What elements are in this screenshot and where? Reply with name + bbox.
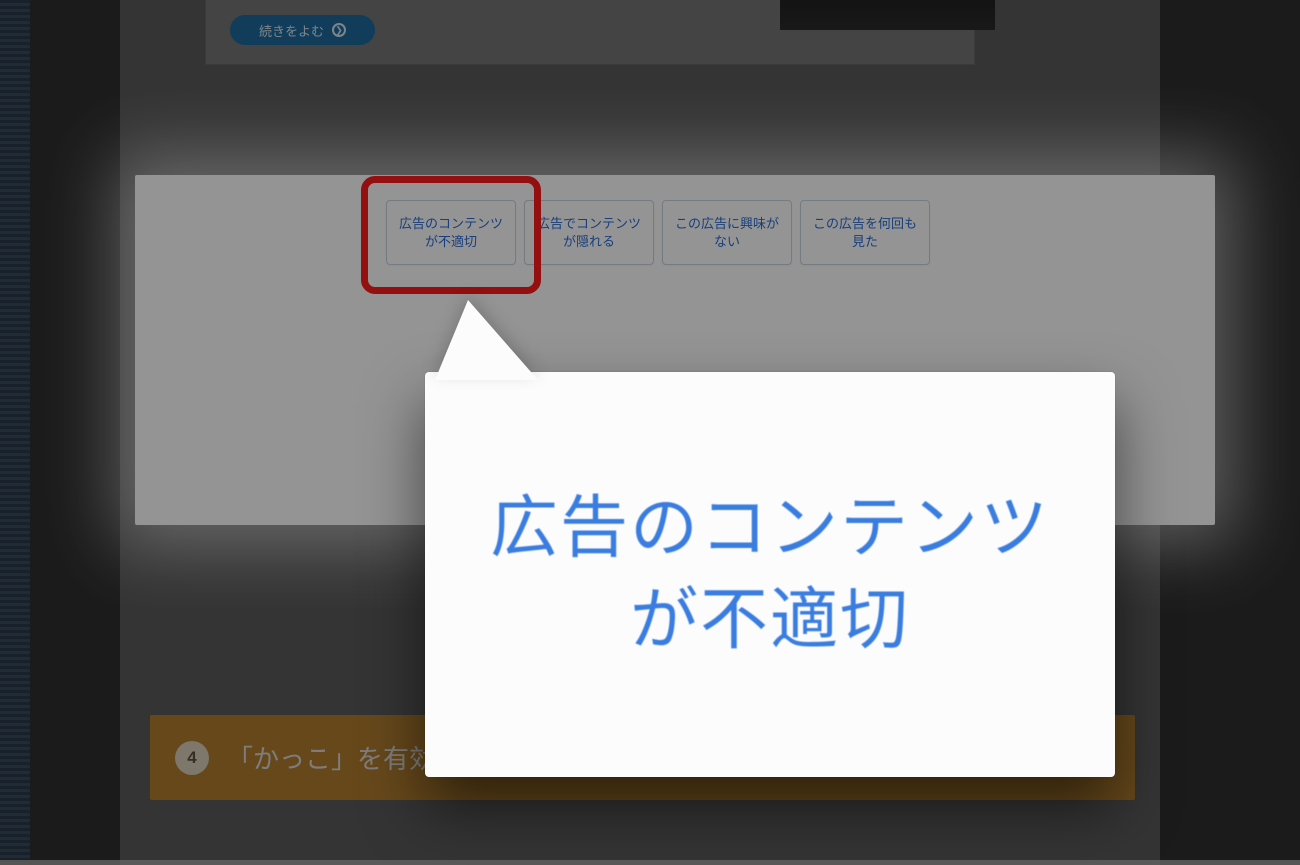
zoom-callout: 広告のコンテンツが不適切 [425,372,1115,777]
zoom-callout-text: 広告のコンテンツが不適切 [425,372,1115,777]
ad-option-inappropriate[interactable]: 広告のコンテンツが不適切 [386,200,516,265]
ad-option-covers-content[interactable]: 広告でコンテンツが隠れる [524,200,654,265]
read-more-button[interactable]: 続きをよむ ❯ [230,15,375,45]
read-more-label: 続きをよむ [259,21,324,40]
ad-feedback-options: 広告のコンテンツが不適切 広告でコンテンツが隠れる この広告に興味がない この広… [386,200,930,265]
article-side-image [780,0,995,30]
page-edge-stripe [0,0,30,860]
page-background: 続きをよむ ❯ 広告のコンテンツが不適切 広告でコンテンツが隠れる この広告に興… [0,0,1300,860]
ad-option-not-interested[interactable]: この広告に興味がない [662,200,792,265]
section-number-badge: 4 [175,741,209,775]
ad-option-seen-many-times[interactable]: この広告を何回も見た [800,200,930,265]
chevron-right-icon: ❯ [332,23,346,37]
